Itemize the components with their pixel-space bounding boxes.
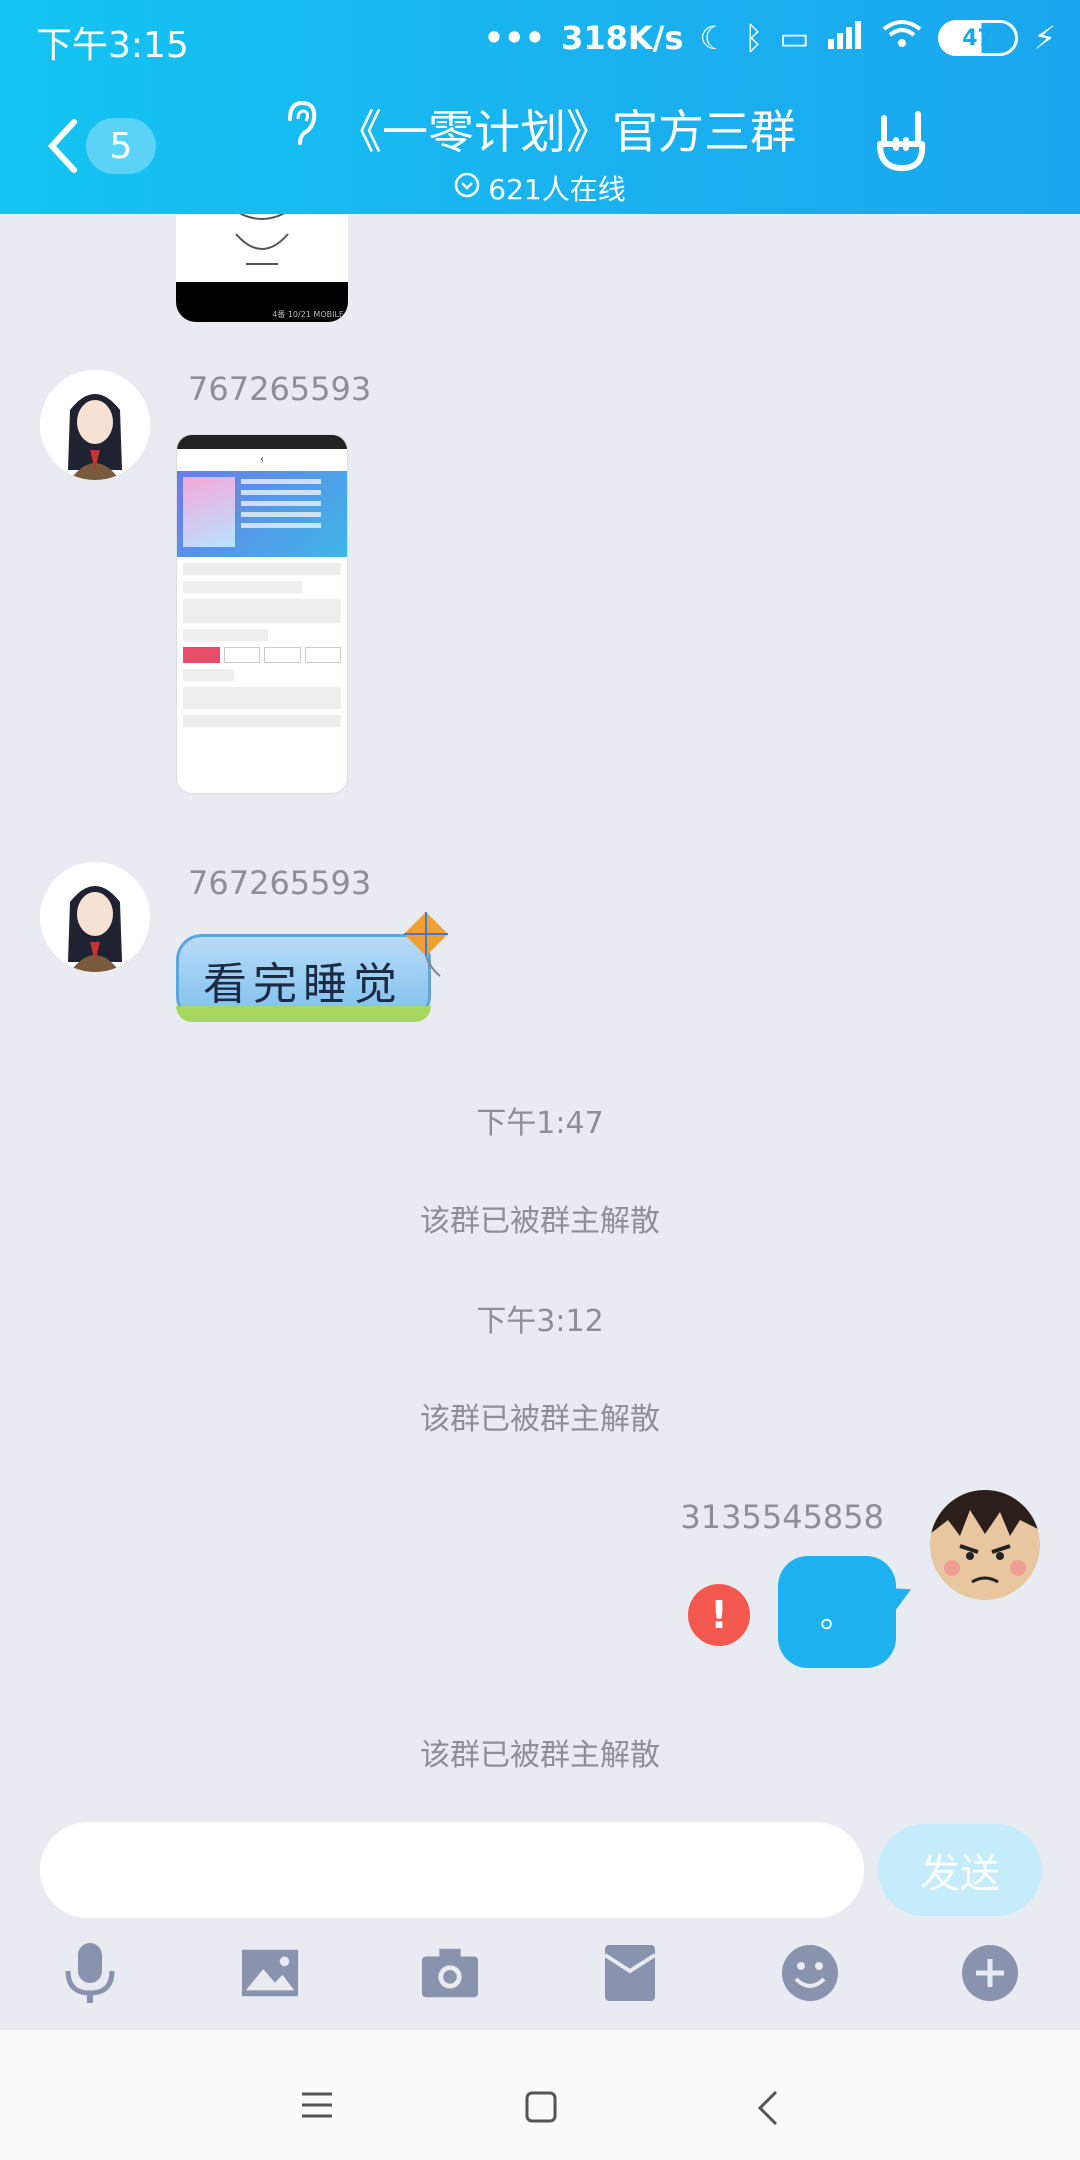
red-packet-icon <box>603 1945 657 2001</box>
message-input[interactable] <box>40 1822 864 1918</box>
status-time: 下午3:15 <box>36 25 189 66</box>
chevron-circle-down-icon <box>454 172 480 205</box>
bluetooth-icon: ᛒ <box>744 19 764 57</box>
voice-button[interactable] <box>60 1938 120 2008</box>
group-title: 《一零计划》官方三群 <box>336 105 796 159</box>
time-divider: 下午3:12 <box>476 1304 604 1339</box>
status-bar: 下午3:15 ••• 318K/s ☾ ᛒ ▭ 47 ⚡ <box>0 0 1080 76</box>
system-notice: 该群已被群主解散 <box>420 1738 660 1773</box>
red-packet-button[interactable] <box>600 1938 660 2008</box>
microphone-icon <box>65 1943 115 2003</box>
my-nickname: 3135545858 <box>680 1498 884 1536</box>
kite-icon <box>404 912 448 977</box>
more-button[interactable] <box>960 1938 1020 2008</box>
chevron-left-icon <box>757 2090 778 2126</box>
chat-header: 下午3:15 ••• 318K/s ☾ ᛒ ▭ 47 ⚡ 5 《一零计划》官方三… <box>0 0 1080 214</box>
emoji-button[interactable] <box>780 1938 840 2008</box>
square-icon <box>525 2091 557 2123</box>
sticker-message[interactable]: 看完睡觉 <box>168 924 438 1034</box>
ear-icon <box>284 100 318 158</box>
my-message-bubble[interactable]: 。 <box>778 1556 896 1668</box>
angry-man-avatar <box>930 1490 1040 1600</box>
plus-icon <box>962 1945 1018 2001</box>
system-nav-bar <box>0 2030 1080 2160</box>
sender-nickname: 767265593 <box>188 864 372 902</box>
menu-icon <box>302 2092 332 2118</box>
rock-hand-icon[interactable] <box>872 110 932 174</box>
image-icon <box>241 1949 299 1997</box>
sticker-text: 看完睡觉 <box>203 959 403 1010</box>
status-icons: ••• 318K/s ☾ ᛒ ▭ 47 ⚡ <box>484 14 1056 62</box>
moon-icon: ☾ <box>699 19 729 57</box>
sender-nickname: 767265593 <box>188 370 372 408</box>
camera-icon <box>421 1948 479 1998</box>
avatar[interactable] <box>40 370 150 480</box>
vibrate-icon: ▭ <box>779 19 810 57</box>
send-button[interactable]: 发送 <box>878 1824 1042 1916</box>
back-nav-button[interactable] <box>756 2090 780 2130</box>
avatar[interactable] <box>40 862 150 972</box>
image-watermark: 4番 10/21 MOBILE <box>272 310 344 319</box>
manga-image <box>235 214 289 265</box>
anime-girl-avatar <box>40 862 150 972</box>
smile-icon <box>782 1945 838 2001</box>
input-toolbar <box>0 1938 1080 2024</box>
image-message-partial[interactable]: 4番 10/21 MOBILE <box>176 214 348 322</box>
anime-girl-avatar <box>40 370 150 480</box>
camera-button[interactable] <box>420 1938 480 2008</box>
time-divider: 下午1:47 <box>476 1106 604 1141</box>
system-notice: 该群已被群主解散 <box>420 1204 660 1239</box>
home-nav-button[interactable] <box>524 2090 558 2128</box>
menu-nav-button[interactable] <box>300 2090 334 2124</box>
signal-icon <box>826 19 866 57</box>
image-button[interactable] <box>240 1938 300 2008</box>
more-dots-icon: ••• <box>483 19 546 57</box>
charging-icon: ⚡ <box>1033 19 1056 57</box>
input-bar: 发送 <box>0 1820 1080 1920</box>
my-avatar[interactable] <box>930 1490 1040 1600</box>
system-notice: 该群已被群主解散 <box>420 1402 660 1437</box>
battery-icon: 47 <box>937 20 1018 56</box>
send-failed-icon[interactable]: ! <box>688 1584 750 1646</box>
wifi-icon <box>882 19 922 57</box>
online-count: 621人在线 <box>488 173 626 206</box>
message-list[interactable]: 4番 10/21 MOBILE 767265593 ‹ 767265593 看完… <box>0 214 1080 1820</box>
image-message[interactable]: ‹ <box>176 434 348 794</box>
net-speed: 318K/s <box>561 19 684 57</box>
